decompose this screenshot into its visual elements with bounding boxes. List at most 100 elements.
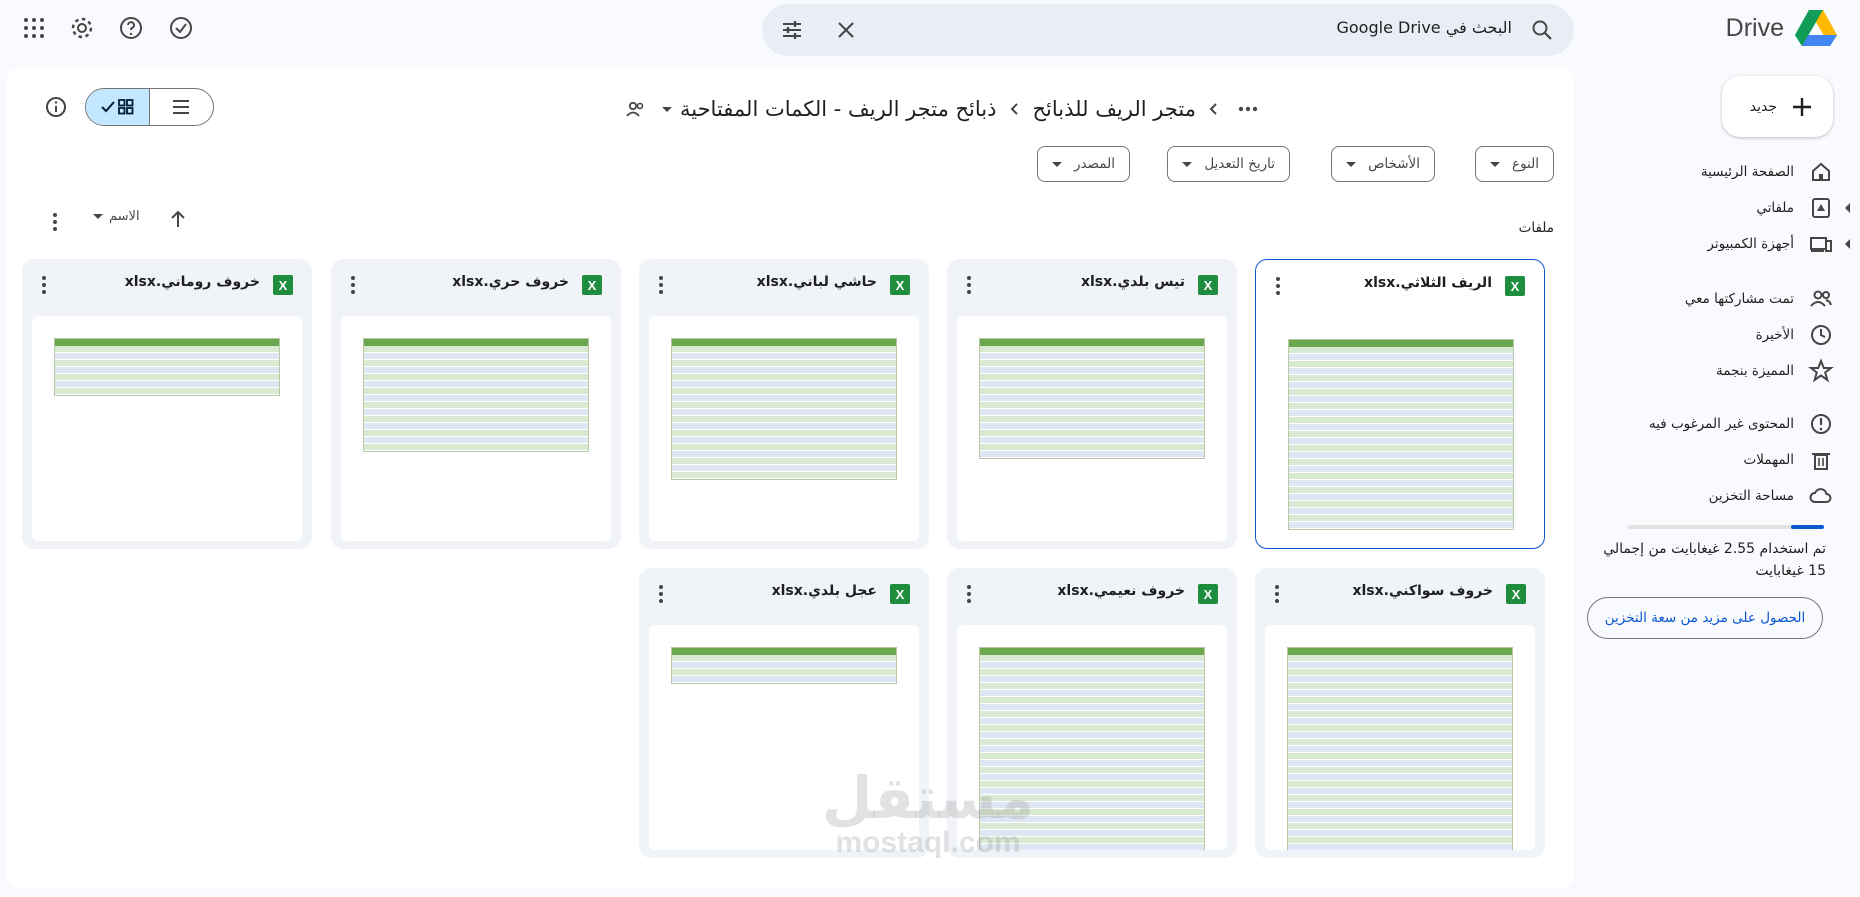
excel-icon: X — [1505, 276, 1525, 296]
spreadsheet-preview — [1287, 647, 1513, 850]
file-name: الريف الثلاثي.xlsx — [1364, 275, 1492, 291]
file-card-header: X خروف روماني.xlsx — [22, 259, 312, 311]
more-options-icon[interactable] — [649, 582, 673, 606]
get-more-storage-button[interactable]: الحصول على مزيد من سعة التخزين — [1587, 597, 1823, 639]
chevron-down-icon[interactable] — [661, 106, 672, 112]
grid-view-button[interactable] — [86, 89, 150, 125]
file-thumbnail[interactable] — [957, 625, 1227, 850]
storage-usage-text: تم استخدام 2.55 غيغابايت من إجمالي 15 غي… — [1603, 541, 1826, 579]
shared-folder-icon[interactable] — [624, 98, 646, 120]
chevron-down-icon — [93, 214, 103, 219]
search-options-icon[interactable] — [780, 18, 804, 42]
sidebar-item-label: المهملات — [1743, 452, 1794, 468]
file-card[interactable]: X حاشي لباني.xlsx — [639, 259, 929, 549]
trash-icon — [1812, 453, 1830, 470]
file-name: حاشي لباني.xlsx — [756, 274, 877, 290]
gear-icon[interactable] — [69, 15, 95, 41]
clock-icon — [1811, 325, 1831, 345]
file-thumbnail[interactable] — [1266, 317, 1536, 542]
sidebar-item-label: المميزة بنجمة — [1716, 363, 1794, 379]
chevron-down-icon — [1052, 161, 1063, 167]
more-options-icon[interactable] — [957, 273, 981, 297]
sidebar-item-label: مساحة التخزين — [1708, 488, 1794, 504]
more-folders-icon[interactable] — [1232, 93, 1264, 125]
app-name: Drive — [1725, 13, 1784, 42]
search-icon[interactable] — [1530, 18, 1554, 42]
file-thumbnail[interactable] — [649, 316, 919, 541]
spreadsheet-preview — [979, 647, 1205, 850]
ready-offline-icon[interactable] — [168, 15, 194, 41]
file-card-header: X حاشي لباني.xlsx — [639, 259, 929, 311]
file-card[interactable]: X عجل بلدي.xlsx — [639, 568, 929, 858]
excel-icon: X — [1198, 275, 1218, 295]
file-card-header: X الريف الثلاثي.xlsx — [1256, 260, 1544, 312]
filter-type-chip[interactable]: النوع — [1475, 146, 1554, 182]
spreadsheet-preview — [54, 338, 280, 396]
file-card[interactable]: X خروف حري.xlsx — [331, 259, 621, 549]
sort-direction-icon[interactable] — [166, 207, 190, 231]
excel-icon: X — [1506, 584, 1526, 604]
expand-arrow-icon[interactable] — [1845, 203, 1850, 213]
file-card[interactable]: X تيس بلدي.xlsx — [947, 259, 1237, 549]
file-name: خروف سواكني.xlsx — [1352, 583, 1493, 599]
shared-icon — [1810, 290, 1832, 307]
file-card[interactable]: X خروف نعيمي.xlsx — [947, 568, 1237, 858]
file-thumbnail[interactable] — [341, 316, 611, 541]
more-options-icon[interactable] — [649, 273, 673, 297]
more-options-icon[interactable] — [43, 210, 67, 234]
spreadsheet-preview — [671, 647, 897, 684]
file-thumbnail[interactable] — [649, 625, 919, 850]
new-button[interactable]: جديد — [1722, 76, 1833, 137]
sidebar-item-label: تمت مشاركتها معي — [1684, 291, 1794, 307]
more-options-icon[interactable] — [341, 273, 365, 297]
breadcrumb: متجر الريف للذبائح ذبائح متجر الريف - ال… — [624, 89, 1264, 129]
info-icon[interactable] — [44, 95, 68, 119]
spreadsheet-preview — [1288, 339, 1514, 530]
list-view-button[interactable] — [150, 89, 214, 125]
help-icon[interactable] — [118, 15, 144, 41]
list-icon — [173, 100, 190, 114]
filter-label: الأشخاص — [1368, 156, 1420, 172]
filter-source-chip[interactable]: المصدر — [1037, 146, 1130, 182]
file-card-header: X خروف حري.xlsx — [331, 259, 621, 311]
storage-usage-fill — [1790, 525, 1824, 529]
more-options-icon[interactable] — [1266, 274, 1290, 298]
more-options-icon[interactable] — [32, 273, 56, 297]
drive-logo[interactable]: Drive — [1726, 8, 1838, 48]
file-thumbnail[interactable] — [957, 316, 1227, 541]
filter-modified-chip[interactable]: تاريخ التعديل — [1167, 146, 1290, 182]
more-options-icon[interactable] — [1265, 582, 1289, 606]
sort-by-name-button[interactable]: الاسم — [93, 209, 140, 224]
sidebar-item-label: المحتوى غير المرغوب فيه — [1648, 416, 1794, 432]
plus-icon — [1793, 97, 1811, 116]
apps-grid-icon[interactable] — [21, 15, 47, 41]
file-card[interactable]: X خروف روماني.xlsx — [22, 259, 312, 549]
home-icon — [1812, 162, 1830, 181]
file-card[interactable]: X الريف الثلاثي.xlsx — [1255, 259, 1545, 549]
more-options-icon[interactable] — [957, 582, 981, 606]
excel-icon: X — [273, 275, 293, 295]
search-input[interactable]: البحث في Google Drive — [1336, 18, 1512, 37]
filter-people-chip[interactable]: الأشخاص — [1331, 146, 1435, 182]
excel-icon: X — [1198, 584, 1218, 604]
spreadsheet-preview — [363, 338, 589, 452]
sidebar-item-label: أجهزة الكمبيوتر — [1707, 236, 1794, 252]
file-card-header: X خروف سواكني.xlsx — [1255, 568, 1545, 620]
sidebar-item-label: الأخيرة — [1755, 327, 1794, 343]
star-icon — [1808, 358, 1834, 383]
breadcrumb-current[interactable]: ذبائح متجر الريف - الكمات المفتاحية — [680, 97, 997, 121]
breadcrumb-parent[interactable]: متجر الريف للذبائح — [1033, 97, 1197, 121]
close-icon[interactable] — [834, 18, 858, 42]
storage-usage-bar — [1628, 525, 1824, 529]
search-bar[interactable]: البحث في Google Drive — [762, 4, 1574, 56]
expand-arrow-icon[interactable] — [1845, 239, 1850, 249]
file-thumbnail[interactable] — [1265, 625, 1535, 850]
file-name: عجل بلدي.xlsx — [771, 583, 877, 599]
filter-label: تاريخ التعديل — [1204, 156, 1275, 172]
file-thumbnail[interactable] — [32, 316, 302, 541]
chevron-down-icon — [1182, 161, 1193, 167]
files-section-label: ملفات — [1518, 220, 1554, 236]
drive-logo-icon — [1795, 10, 1837, 46]
file-card[interactable]: X خروف سواكني.xlsx — [1255, 568, 1545, 858]
view-toggle — [85, 88, 214, 126]
